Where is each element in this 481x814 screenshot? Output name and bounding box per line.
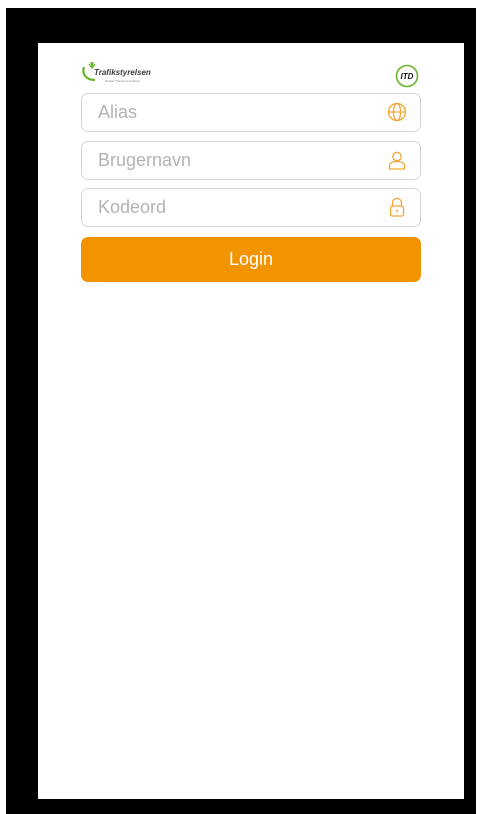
globe-icon (387, 102, 407, 122)
alias-field[interactable]: Alias (81, 93, 421, 132)
login-button[interactable]: Login (81, 237, 421, 282)
device-frame: Trafikstyrelsen Danish Transport Authori… (6, 8, 476, 814)
username-placeholder: Brugernavn (98, 150, 192, 170)
user-icon (388, 151, 406, 170)
trafikstyrelsen-logo: Trafikstyrelsen Danish Transport Authori… (81, 58, 156, 84)
app-screen: Trafikstyrelsen Danish Transport Authori… (38, 43, 464, 799)
lock-icon (389, 197, 405, 217)
alias-placeholder: Alias (98, 102, 138, 122)
itd-badge-icon: ITD (395, 64, 419, 88)
logo-left-name: Trafikstyrelsen (94, 68, 151, 77)
password-field[interactable]: Kodeord (81, 188, 421, 227)
itd-logo-text: ITD (401, 72, 414, 81)
username-field[interactable]: Brugernavn (81, 141, 421, 180)
itd-logo: ITD (395, 64, 419, 88)
password-placeholder: Kodeord (98, 197, 167, 217)
logo-left-tagline: Danish Transport Authority (105, 79, 141, 83)
